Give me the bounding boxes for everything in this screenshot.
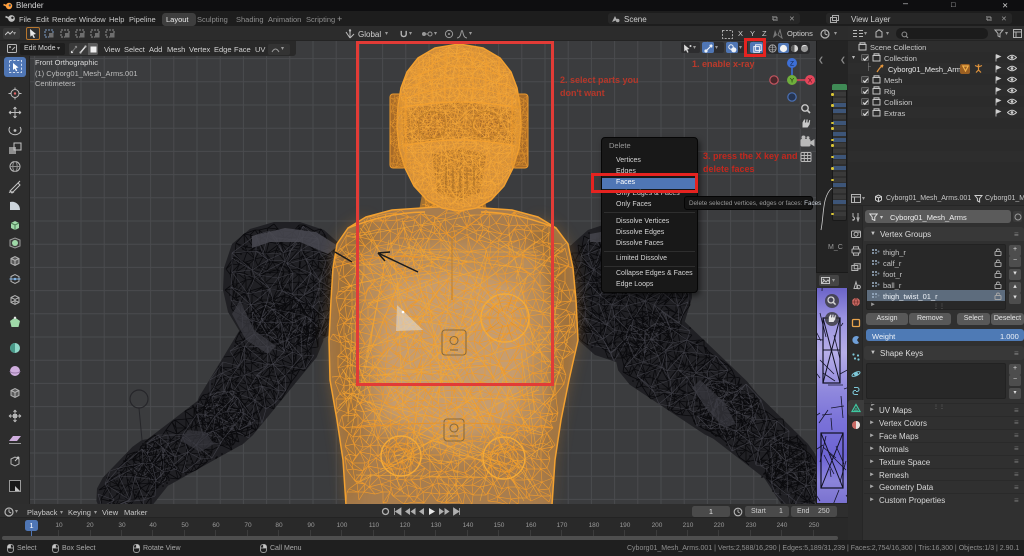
- svg-text:Y: Y: [790, 77, 795, 84]
- svg-text:Z: Z: [790, 60, 794, 67]
- svg-text:X: X: [808, 77, 813, 84]
